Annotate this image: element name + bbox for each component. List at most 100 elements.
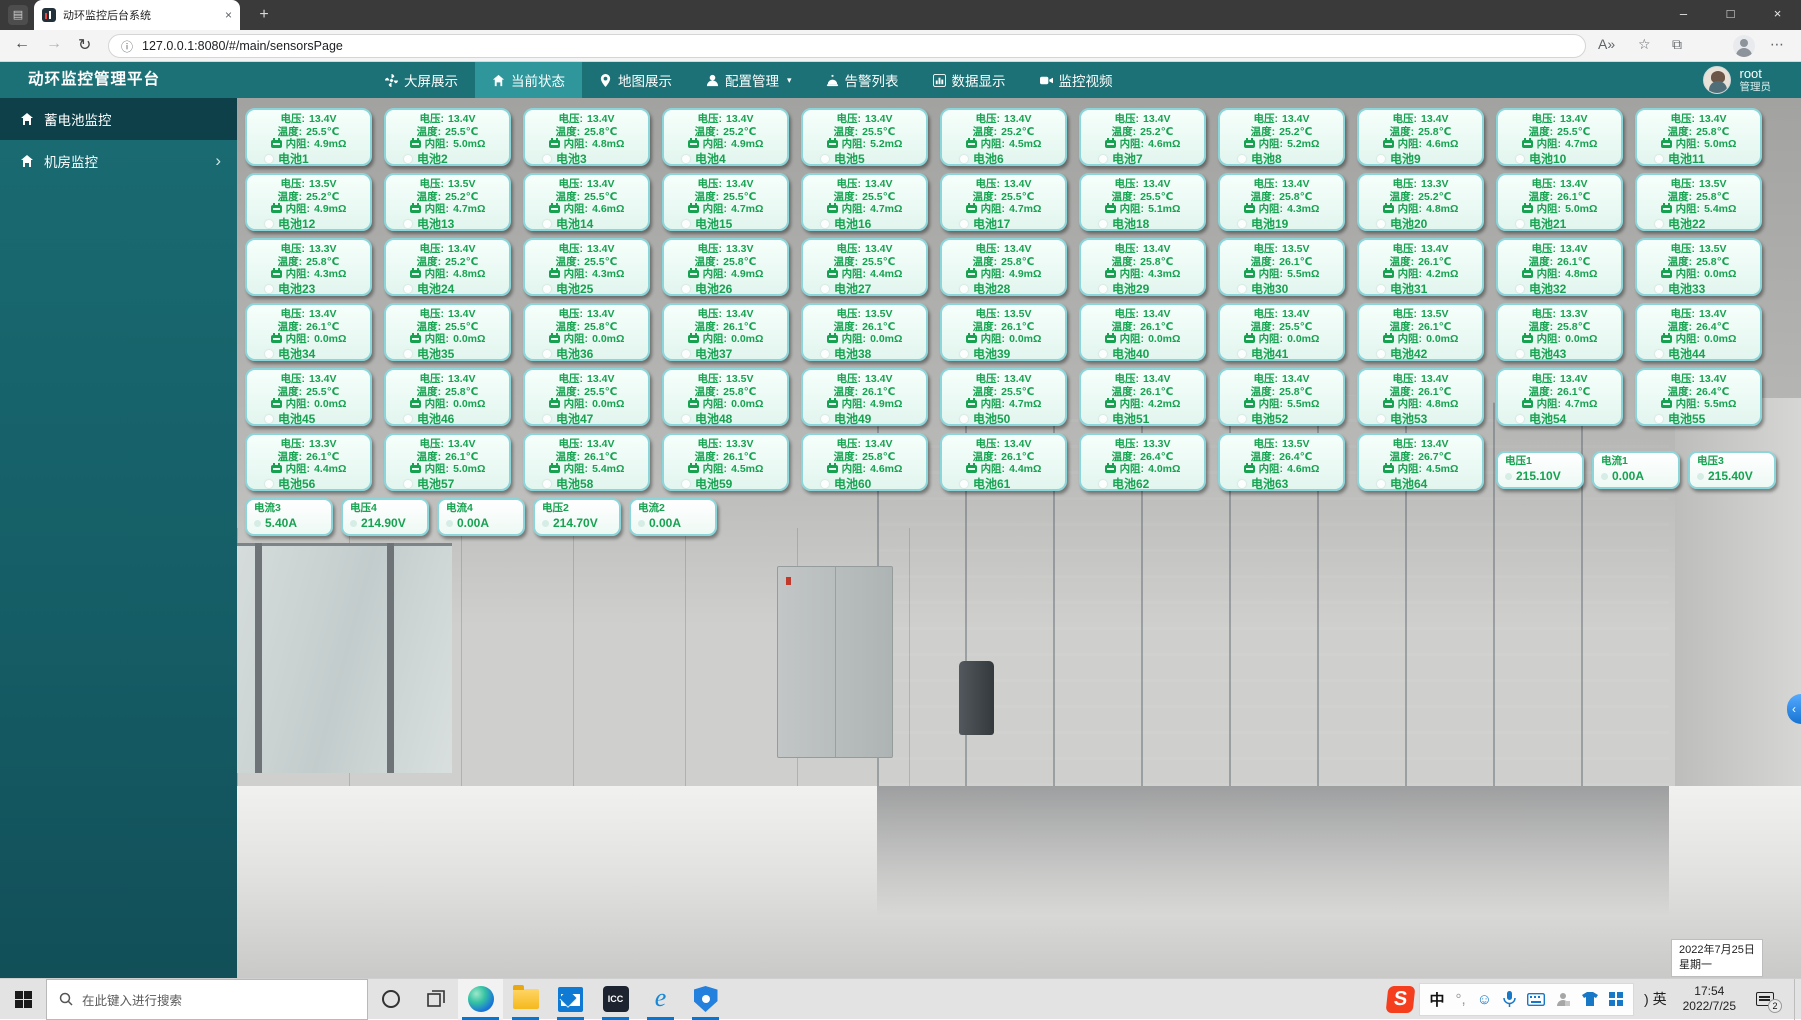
grid-squares-icon[interactable] [1609,992,1623,1006]
battery-card[interactable]: 电压:13.4V温度:25.5℃内阻:4.7mΩ电池16 [801,173,928,231]
browser-profile-avatar[interactable] [1733,35,1755,57]
taskbar-app-explorer[interactable] [503,979,548,1020]
user-silhouette-icon[interactable] [1556,992,1571,1007]
tab-close-icon[interactable]: × [225,8,232,22]
battery-card[interactable]: 电压:13.4V温度:26.1℃内阻:4.7mΩ电池54 [1496,368,1623,426]
nav-item-bigscreen[interactable]: 大屏展示 [368,62,475,98]
task-view-button[interactable] [413,979,458,1020]
tshirt-icon[interactable] [1582,992,1598,1006]
taskbar-search-input[interactable]: 在此键入进行搜索 [46,979,368,1020]
nav-item-config[interactable]: 配置管理 ▾ [689,62,809,98]
battery-card[interactable]: 电压:13.3V温度:25.8℃内阻:4.9mΩ电池26 [662,238,789,296]
taskbar-clock[interactable]: 17:54 2022/7/25 [1683,984,1736,1014]
new-tab-button[interactable]: + [252,4,276,26]
battery-card[interactable]: 电压:13.4V温度:26.1℃内阻:5.0mΩ电池57 [384,433,511,491]
notification-center-button[interactable]: 2 [1750,979,1780,1020]
battery-card[interactable]: 电压:13.4V温度:26.1℃内阻:4.8mΩ电池32 [1496,238,1623,296]
microphone-icon[interactable] [1503,991,1516,1007]
cortana-button[interactable] [368,979,413,1020]
battery-card[interactable]: 电压:13.5V温度:25.2℃内阻:4.7mΩ电池13 [384,173,511,231]
battery-card[interactable]: 电压:13.3V温度:26.1℃内阻:4.5mΩ电池59 [662,433,789,491]
nav-item-data[interactable]: 数据显示 [916,62,1023,98]
battery-card[interactable]: 电压:13.4V温度:25.8℃内阻:4.8mΩ电池3 [523,108,650,166]
battery-card[interactable]: 电压:13.4V温度:25.8℃内阻:5.0mΩ电池11 [1635,108,1762,166]
battery-card[interactable]: 电压:13.5V温度:25.8℃内阻:0.0mΩ电池33 [1635,238,1762,296]
emoji-icon[interactable]: ☺ [1477,991,1492,1008]
taskbar-app-icc[interactable]: ICC [593,979,638,1020]
battery-card[interactable]: 电压:13.4V温度:25.8℃内阻:0.0mΩ电池36 [523,303,650,361]
battery-card[interactable]: 电压:13.3V温度:25.8℃内阻:4.3mΩ电池23 [245,238,372,296]
battery-card[interactable]: 电压:13.4V温度:25.5℃内阻:4.7mΩ电池17 [940,173,1067,231]
sidebar-item-battery-monitor[interactable]: 蓄电池监控 [0,98,237,140]
show-desktop-button[interactable] [1794,979,1801,1020]
battery-card[interactable]: 电压:13.4V温度:26.1℃内阻:4.2mΩ电池31 [1357,238,1484,296]
battery-card[interactable]: 电压:13.4V温度:25.5℃内阻:0.0mΩ电池47 [523,368,650,426]
battery-card[interactable]: 电压:13.4V温度:25.2℃内阻:4.9mΩ电池4 [662,108,789,166]
nav-item-map[interactable]: 地图展示 [582,62,689,98]
battery-card[interactable]: 电压:13.5V温度:26.1℃内阻:0.0mΩ电池38 [801,303,928,361]
battery-card[interactable]: 电压:13.5V温度:25.8℃内阻:5.4mΩ电池22 [1635,173,1762,231]
sensor-card[interactable]: 电流40.00A [437,498,525,536]
maximize-button[interactable]: □ [1707,0,1754,30]
battery-card[interactable]: 电压:13.4V温度:25.8℃内阻:4.6mΩ电池60 [801,433,928,491]
read-aloud-icon[interactable]: A» [1598,36,1615,52]
ime-language-indicator[interactable]: ) 英 [1644,989,1667,1009]
battery-card[interactable]: 电压:13.5V温度:26.1℃内阻:0.0mΩ电池42 [1357,303,1484,361]
battery-card[interactable]: 电压:13.4V温度:26.4℃内阻:0.0mΩ电池44 [1635,303,1762,361]
sensor-card[interactable]: 电压4214.90V [341,498,429,536]
start-button[interactable] [0,979,46,1020]
taskbar-app-edge[interactable] [458,979,503,1020]
battery-card[interactable]: 电压:13.4V温度:25.5℃内阻:4.7mΩ电池10 [1496,108,1623,166]
battery-card[interactable]: 电压:13.4V温度:25.2℃内阻:5.2mΩ电池8 [1218,108,1345,166]
ime-chinese-icon[interactable]: 中 [1430,989,1445,1010]
battery-card[interactable]: 电压:13.4V温度:25.5℃内阻:0.0mΩ电池41 [1218,303,1345,361]
battery-card[interactable]: 电压:13.4V温度:25.8℃内阻:5.5mΩ电池52 [1218,368,1345,426]
browser-menu-icon[interactable]: ⋯ [1770,36,1784,53]
battery-card[interactable]: 电压:13.4V温度:26.1℃内阻:4.9mΩ电池49 [801,368,928,426]
sogou-ime-icon[interactable]: S [1385,986,1415,1013]
battery-card[interactable]: 电压:13.4V温度:26.1℃内阻:4.4mΩ电池61 [940,433,1067,491]
nav-item-alarms[interactable]: 告警列表 [809,62,916,98]
sensor-card[interactable]: 电流35.40A [245,498,333,536]
taskbar-app-mail[interactable] [548,979,593,1020]
battery-card[interactable]: 电压:13.4V温度:25.5℃内阻:4.3mΩ电池25 [523,238,650,296]
battery-card[interactable]: 电压:13.4V温度:25.2℃内阻:4.6mΩ电池7 [1079,108,1206,166]
battery-card[interactable]: 电压:13.3V温度:26.4℃内阻:4.0mΩ电池62 [1079,433,1206,491]
battery-card[interactable]: 电压:13.4V温度:26.4℃内阻:5.5mΩ电池55 [1635,368,1762,426]
battery-card[interactable]: 电压:13.4V温度:25.5℃内阻:4.4mΩ电池27 [801,238,928,296]
taskbar-app-ie[interactable]: e [638,979,683,1020]
battery-card[interactable]: 电压:13.4V温度:25.8℃内阻:4.3mΩ电池19 [1218,173,1345,231]
close-button[interactable]: × [1754,0,1801,30]
battery-card[interactable]: 电压:13.4V温度:25.5℃内阻:4.7mΩ电池15 [662,173,789,231]
collections-icon[interactable]: ⧉ [1672,36,1682,53]
battery-card[interactable]: 电压:13.4V温度:26.1℃内阻:4.2mΩ电池51 [1079,368,1206,426]
minimize-button[interactable]: – [1660,0,1707,30]
battery-card[interactable]: 电压:13.4V温度:25.5℃内阻:4.9mΩ电池1 [245,108,372,166]
taskbar-app-shield[interactable] [683,979,728,1020]
battery-card[interactable]: 电压:13.4V温度:25.5℃内阻:5.0mΩ电池2 [384,108,511,166]
sensor-card[interactable]: 电流20.00A [629,498,717,536]
sensor-card[interactable]: 电压2214.70V [533,498,621,536]
browser-tab[interactable]: 动环监控后台系统 × [34,0,240,30]
keyboard-icon[interactable] [1527,993,1545,1006]
battery-card[interactable]: 电压:13.4V温度:26.7℃内阻:4.5mΩ电池64 [1357,433,1484,491]
nav-item-current-status[interactable]: 当前状态 [475,62,582,98]
battery-card[interactable]: 电压:13.4V温度:25.5℃内阻:5.1mΩ电池18 [1079,173,1206,231]
battery-card[interactable]: 电压:13.4V温度:26.1℃内阻:0.0mΩ电池37 [662,303,789,361]
address-bar[interactable]: ⓘ 127.0.0.1:8080/#/main/sensorsPage [108,34,1586,58]
battery-card[interactable]: 电压:13.4V温度:25.5℃内阻:4.6mΩ电池14 [523,173,650,231]
forward-button[interactable]: → [46,35,62,53]
sensor-card[interactable]: 电压3215.40V [1688,451,1776,489]
workspace-icon[interactable]: ▤ [8,5,28,25]
sensor-card[interactable]: 电压1215.10V [1496,451,1584,489]
battery-card[interactable]: 电压:13.5V温度:25.2℃内阻:4.9mΩ电池12 [245,173,372,231]
battery-card[interactable]: 电压:13.3V温度:26.1℃内阻:4.4mΩ电池56 [245,433,372,491]
battery-card[interactable]: 电压:13.4V温度:26.1℃内阻:0.0mΩ电池40 [1079,303,1206,361]
sidebar-item-room-monitor[interactable]: 机房监控 › [0,140,237,182]
ime-punctuation-icon[interactable]: °, [1456,991,1466,1008]
refresh-button[interactable]: ↻ [78,35,91,55]
battery-card[interactable]: 电压:13.4V温度:25.5℃内阻:0.0mΩ电池35 [384,303,511,361]
battery-card[interactable]: 电压:13.4V温度:26.1℃内阻:5.4mΩ电池58 [523,433,650,491]
site-info-icon[interactable]: ⓘ [121,38,133,55]
battery-card[interactable]: 电压:13.5V温度:26.4℃内阻:4.6mΩ电池63 [1218,433,1345,491]
